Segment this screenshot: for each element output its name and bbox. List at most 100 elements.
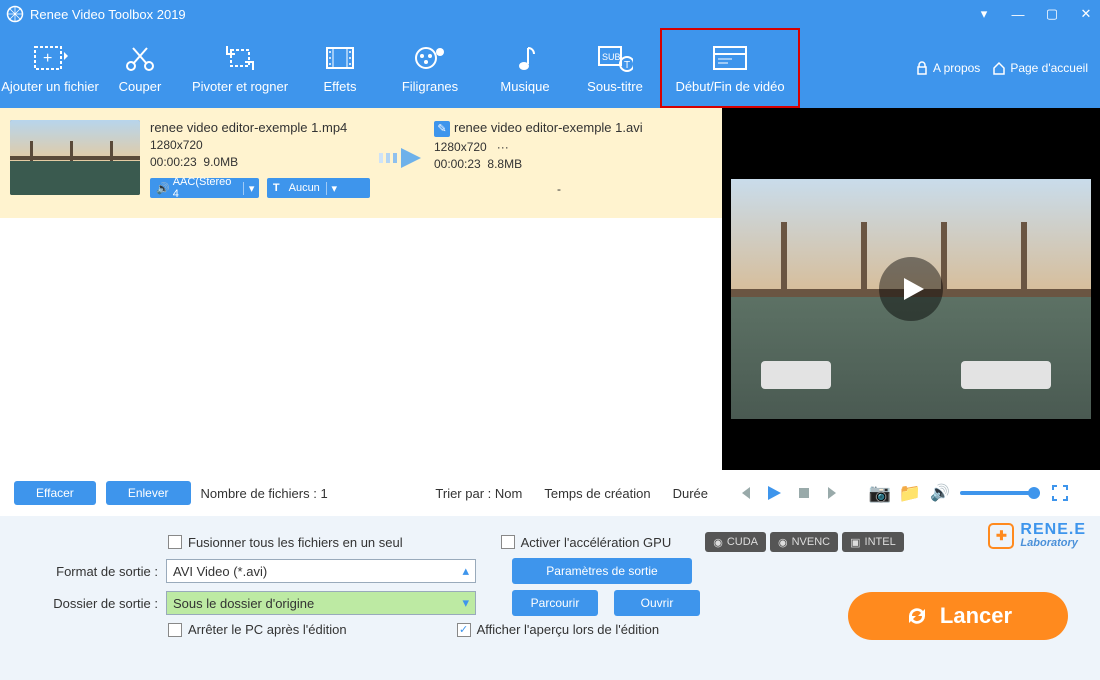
brand-logo: ✚ RENE.E Laboratory bbox=[988, 522, 1086, 549]
subtitle-track-dropdown[interactable]: T Aucun ▾ bbox=[267, 178, 370, 198]
format-combo[interactable]: AVI Video (*.avi) ▴ bbox=[166, 559, 476, 583]
homepage-link[interactable]: Page d'accueil bbox=[988, 61, 1092, 75]
app-title: Renee Video Toolbox 2019 bbox=[30, 7, 976, 22]
home-icon bbox=[992, 61, 1006, 75]
preview-pane bbox=[722, 108, 1100, 470]
merge-label: Fusionner tous les fichiers en un seul bbox=[188, 535, 403, 550]
nvenc-label: NVENC bbox=[792, 536, 831, 548]
subtitle-icon: SUBT bbox=[597, 43, 633, 73]
chevron-down-icon: ▾ bbox=[462, 595, 469, 611]
toolbar-label: Début/Fin de vidéo bbox=[675, 79, 784, 94]
source-filename: renee video editor-exemple 1.mp4 bbox=[150, 120, 370, 135]
cuda-label: CUDA bbox=[727, 536, 758, 548]
toolbar-add-file[interactable]: + Ajouter un fichier bbox=[0, 28, 100, 108]
launch-button[interactable]: Lancer bbox=[848, 592, 1068, 640]
video-thumbnail bbox=[10, 120, 140, 195]
source-size: 9.0MB bbox=[203, 155, 238, 169]
about-link[interactable]: A propos bbox=[911, 61, 984, 75]
folder-label: Dossier de sortie : bbox=[18, 596, 158, 611]
dropdown-button[interactable]: ▾ bbox=[976, 6, 992, 22]
play-overlay-button[interactable] bbox=[879, 257, 943, 321]
remove-button[interactable]: Enlever bbox=[106, 481, 191, 505]
toolbar-label: Effets bbox=[323, 79, 356, 94]
toolbar-subtitle[interactable]: SUBT Sous-titre bbox=[570, 28, 660, 108]
convert-arrow-icon bbox=[372, 120, 432, 195]
format-value: AVI Video (*.avi) bbox=[173, 564, 267, 579]
sort-duration[interactable]: Durée bbox=[673, 486, 708, 501]
speaker-icon: 🔊 bbox=[156, 182, 170, 195]
audio-pill-label: AAC(Stereo 4 bbox=[173, 176, 238, 200]
preview-checkbox[interactable]: ✓ bbox=[457, 623, 471, 637]
svg-text:T: T bbox=[624, 60, 630, 71]
clear-button[interactable]: Effacer bbox=[14, 481, 96, 505]
shutdown-checkbox[interactable] bbox=[168, 623, 182, 637]
file-count-value: 1 bbox=[320, 486, 327, 501]
browse-button[interactable]: Parcourir bbox=[512, 590, 598, 616]
toolbar-label: Couper bbox=[119, 79, 162, 94]
gpu-checkbox[interactable] bbox=[501, 535, 515, 549]
file-row[interactable]: renee video editor-exemple 1.mp4 1280x72… bbox=[0, 108, 722, 218]
chevron-down-icon: ▾ bbox=[326, 182, 342, 195]
toolbar-label: Filigranes bbox=[402, 79, 458, 94]
toolbar-label: Sous-titre bbox=[587, 79, 643, 94]
file-count-label: Nombre de fichiers : bbox=[201, 486, 317, 501]
fullscreen-button[interactable] bbox=[1050, 483, 1070, 503]
dest-filename: renee video editor-exemple 1.avi bbox=[454, 120, 643, 135]
next-button[interactable] bbox=[824, 483, 844, 503]
prev-button[interactable] bbox=[734, 483, 754, 503]
homepage-label: Page d'accueil bbox=[1010, 61, 1088, 75]
crop-rotate-icon bbox=[222, 43, 258, 73]
toolbar-watermark[interactable]: Filigranes bbox=[380, 28, 480, 108]
brand-line1: RENE.E bbox=[1020, 522, 1086, 538]
close-button[interactable]: ✕ bbox=[1078, 6, 1094, 22]
dest-placeholder: - bbox=[434, 182, 684, 196]
toolbar-cut[interactable]: Couper bbox=[100, 28, 180, 108]
shutdown-label: Arrêter le PC après l'édition bbox=[188, 622, 347, 637]
toolbar-rotate-crop[interactable]: Pivoter et rogner bbox=[180, 28, 300, 108]
toolbar-label: Musique bbox=[500, 79, 549, 94]
cuda-badge: ◉ CUDA bbox=[705, 532, 766, 552]
toolbar-effects[interactable]: Effets bbox=[300, 28, 380, 108]
open-button[interactable]: Ouvrir bbox=[614, 590, 700, 616]
file-list: renee video editor-exemple 1.mp4 1280x72… bbox=[0, 108, 722, 470]
clear-label: Effacer bbox=[36, 486, 74, 500]
titlebar: Renee Video Toolbox 2019 ▾ — ▢ ✕ bbox=[0, 0, 1100, 28]
brand-line2: Laboratory bbox=[1020, 538, 1086, 549]
merge-checkbox[interactable] bbox=[168, 535, 182, 549]
toolbar-label: Ajouter un fichier bbox=[1, 79, 99, 94]
remove-label: Enlever bbox=[128, 486, 169, 500]
chevron-up-icon: ▴ bbox=[462, 563, 469, 579]
open-folder-button[interactable]: 📁 bbox=[900, 483, 920, 503]
edit-icon[interactable]: ✎ bbox=[434, 121, 450, 137]
volume-icon[interactable]: 🔊 bbox=[930, 483, 950, 503]
sort-name[interactable]: Nom bbox=[495, 486, 522, 501]
audio-track-dropdown[interactable]: 🔊AAC(Stereo 4 ▾ bbox=[150, 178, 259, 198]
svg-text:SUB: SUB bbox=[602, 52, 621, 62]
watermark-icon bbox=[412, 43, 448, 73]
snapshot-button[interactable]: 📷 bbox=[870, 483, 890, 503]
folder-combo[interactable]: Sous le dossier d'origine ▾ bbox=[166, 591, 476, 615]
chevron-down-icon: ▾ bbox=[243, 182, 258, 195]
output-params-button[interactable]: Paramètres de sortie bbox=[512, 558, 692, 584]
sort-time[interactable]: Temps de création bbox=[544, 486, 650, 501]
preview-controls: 📷 📁 🔊 bbox=[722, 470, 1100, 516]
dest-dim-extra[interactable]: ··· bbox=[497, 140, 509, 154]
source-dimensions: 1280x720 bbox=[150, 138, 370, 152]
volume-slider[interactable] bbox=[960, 491, 1040, 495]
toolbar-intro-outro[interactable]: Début/Fin de vidéo bbox=[660, 28, 800, 108]
scissors-icon bbox=[122, 43, 158, 73]
window-icon bbox=[712, 43, 748, 73]
main-toolbar: + Ajouter un fichier Couper Pivoter et r… bbox=[0, 28, 1100, 108]
output-panel: ✚ RENE.E Laboratory Fusionner tous les f… bbox=[0, 516, 1100, 680]
play-button[interactable] bbox=[764, 483, 784, 503]
dest-dimensions: 1280x720 bbox=[434, 140, 487, 154]
maximize-button[interactable]: ▢ bbox=[1044, 6, 1060, 22]
music-note-icon bbox=[507, 43, 543, 73]
stop-button[interactable] bbox=[794, 483, 814, 503]
lock-icon bbox=[915, 61, 929, 75]
toolbar-music[interactable]: Musique bbox=[480, 28, 570, 108]
minimize-button[interactable]: — bbox=[1010, 6, 1026, 22]
browse-label: Parcourir bbox=[531, 596, 580, 610]
launch-label: Lancer bbox=[940, 603, 1012, 629]
folder-value: Sous le dossier d'origine bbox=[173, 596, 314, 611]
